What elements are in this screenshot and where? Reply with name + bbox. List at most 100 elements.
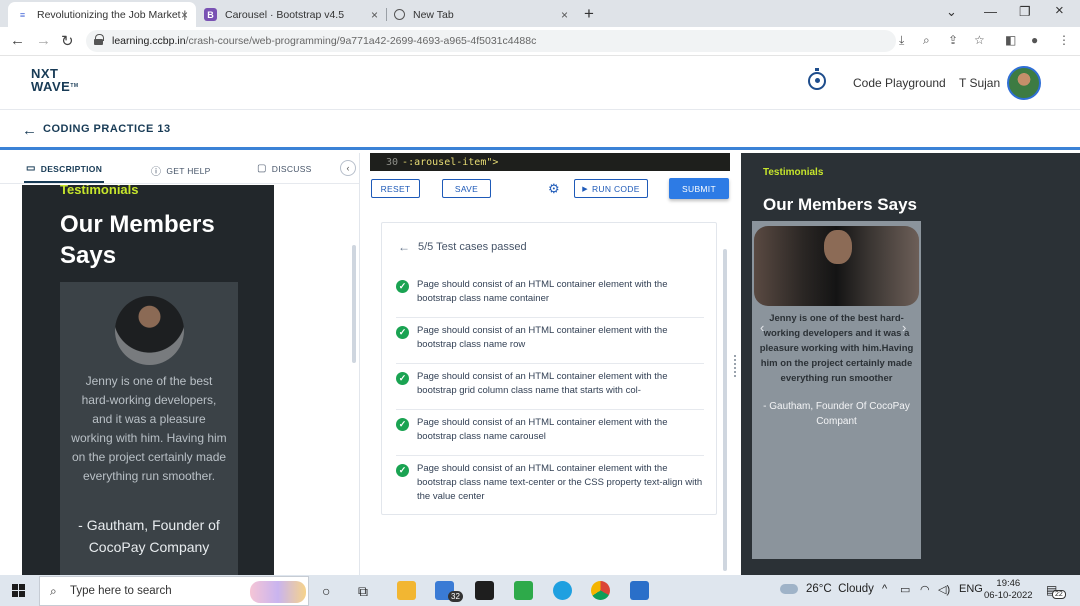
back-arrow-icon[interactable]: ← <box>398 240 410 254</box>
battery-icon[interactable]: ▭ <box>900 583 910 596</box>
avatar[interactable] <box>1007 66 1041 100</box>
tab-title: Revolutionizing the Job Market | <box>37 8 187 21</box>
tab-description[interactable]: ▭ DESCRIPTION <box>26 163 102 174</box>
close-tab-icon[interactable]: × <box>181 8 188 22</box>
output-heading: Our Members Says <box>763 195 918 214</box>
editor-panel: 30 -:arousel-item"> RESET SAVE ⚙ ▶ RUN COD… <box>361 153 741 575</box>
address-bar: ← → ↻ learning.ccbp.in/crash-course/web-… <box>0 27 1080 56</box>
code-playground-link[interactable]: Code Playground <box>853 76 946 90</box>
maximize-icon[interactable]: ❐ <box>1019 4 1031 20</box>
bookmark-star-icon[interactable]: ☆ <box>974 33 985 47</box>
results-scrollbar[interactable] <box>723 249 727 571</box>
weather-widget[interactable]: 26°C Cloudy <box>780 583 874 595</box>
test-case-text: Page should consist of an HTML container… <box>417 417 668 442</box>
url-field[interactable]: learning.ccbp.in/crash-course/web-progra… <box>86 30 896 52</box>
browser-tab-ccbp[interactable]: ≡ Revolutionizing the Job Market | × <box>8 2 196 27</box>
carousel-prev-icon[interactable]: ‹ <box>760 320 764 335</box>
app-icon[interactable] <box>514 581 533 600</box>
description-tabs: ▭ DESCRIPTION ⓘ GET HELP ▢ DISCUSS ‹ <box>0 153 359 184</box>
save-button[interactable]: SAVE <box>442 179 491 198</box>
output-carousel-card: Jenny is one of the best hard-working de… <box>752 221 921 559</box>
terminal-icon[interactable] <box>475 581 494 600</box>
page-title: CODING PRACTICE 13 <box>43 123 171 135</box>
output-author: - Gautham, Founder Of CocoPay Compant <box>763 401 910 427</box>
preview-author: - Gautham, Founder of CocoPay Company <box>78 517 220 555</box>
description-panel: ▭ DESCRIPTION ⓘ GET HELP ▢ DISCUSS ‹ Tes… <box>0 153 360 575</box>
share-icon[interactable]: ⇪ <box>948 33 958 47</box>
output-preview-panel: Testimonials Our Members Says Jenny is o… <box>741 153 1080 575</box>
gear-icon[interactable]: ⚙ <box>548 181 560 197</box>
browser-tab-bar: ≡ Revolutionizing the Job Market | × B C… <box>0 0 1080 27</box>
browser-tab-bootstrap[interactable]: B Carousel · Bootstrap v4.5 × <box>196 2 386 27</box>
profile-icon[interactable]: ● <box>1031 33 1038 47</box>
forward-icon[interactable]: → <box>36 32 51 49</box>
stopwatch-icon[interactable] <box>808 68 826 90</box>
language-indicator[interactable]: ENG <box>959 583 983 595</box>
submit-button[interactable]: SUBMIT <box>669 178 729 199</box>
test-results-card: ← 5/5 Test cases passed ✓ Page should co… <box>381 222 717 515</box>
preview-quote: Jenny is one of the best hard-working de… <box>71 374 227 483</box>
help-icon: ⓘ <box>151 167 162 178</box>
nxtwave-logo[interactable]: NXT WAVETM <box>31 67 79 93</box>
menu-kebab-icon[interactable]: ⋮ <box>1058 33 1070 47</box>
browser-tab-newtab[interactable]: New Tab × <box>386 2 576 27</box>
task-view-icon[interactable]: ⧉ <box>358 583 368 600</box>
chat-icon: ▢ <box>257 163 267 174</box>
preview-eyebrow: Testimonials <box>60 185 139 197</box>
reset-button[interactable]: RESET <box>371 179 420 198</box>
new-tab-button[interactable]: + <box>584 4 594 24</box>
tab-discuss[interactable]: ▢ DISCUSS <box>257 163 312 174</box>
mail-badge: 32 <box>448 591 463 602</box>
tray-chevron-icon[interactable]: ^ <box>882 583 887 595</box>
zoom-icon[interactable]: ⌕ <box>923 33 930 48</box>
taskbar-search-input[interactable]: ⌕ Type here to search <box>39 576 309 606</box>
url-text: learning.ccbp.in/crash-course/web-progra… <box>112 35 537 47</box>
tab-title: New Tab <box>413 8 454 21</box>
tab-get-help[interactable]: ⓘ GET HELP <box>151 163 211 179</box>
test-case-item: ✓ Page should consist of an HTML contain… <box>396 370 704 410</box>
volume-icon[interactable]: ◁) <box>938 583 950 596</box>
cortana-icon[interactable]: ○ <box>322 583 330 599</box>
chrome-icon[interactable] <box>591 581 610 600</box>
system-clock[interactable]: 19:46 06-10-2022 <box>984 578 1033 602</box>
app-header: NXT WAVETM Code Playground T Sujan <box>0 56 1080 110</box>
output-quote: Jenny is one of the best hard-working de… <box>759 313 914 384</box>
description-preview-image: Testimonials Our Members Says Jenny is o… <box>22 185 274 575</box>
description-scrollbar[interactable] <box>352 245 356 363</box>
side-panel-icon[interactable]: ◧ <box>1005 33 1016 47</box>
results-summary: 5/5 Test cases passed <box>418 241 527 253</box>
photos-icon[interactable] <box>630 581 649 600</box>
test-case-text: Page should consist of an HTML container… <box>417 371 668 396</box>
check-circle-icon: ✓ <box>396 418 409 431</box>
tab-search-chevron-icon[interactable]: ⌄ <box>946 4 957 20</box>
windows-start-icon[interactable] <box>12 584 25 597</box>
right-splitter-handle[interactable] <box>734 355 736 377</box>
cloud-icon <box>780 584 798 594</box>
close-window-icon[interactable]: × <box>1055 2 1064 19</box>
edge-icon[interactable] <box>553 581 572 600</box>
close-tab-icon[interactable]: × <box>371 8 378 22</box>
results-header: ← 5/5 Test cases passed <box>398 240 527 254</box>
run-code-button[interactable]: ▶ RUN CODE <box>574 179 648 198</box>
close-tab-icon[interactable]: × <box>561 8 568 22</box>
description-icon: ▭ <box>26 163 36 174</box>
code-editor-line[interactable]: 30 -:arousel-item"> <box>370 153 730 171</box>
carousel-next-icon[interactable]: › <box>902 320 906 335</box>
check-circle-icon: ✓ <box>396 326 409 339</box>
ccbp-icon: ≡ <box>19 9 26 20</box>
collapse-panel-button[interactable]: ‹ <box>340 160 356 176</box>
back-arrow-icon[interactable]: ← <box>22 122 37 139</box>
windows-taskbar: ⌕ Type here to search ○ ⧉ 32 26°C Cloudy… <box>0 575 1080 606</box>
wifi-icon[interactable]: ◠ <box>920 583 930 596</box>
back-icon[interactable]: ← <box>10 32 25 49</box>
check-circle-icon: ✓ <box>396 464 409 477</box>
install-icon[interactable]: ⤓ <box>899 33 904 48</box>
minimize-icon[interactable]: — <box>984 4 997 19</box>
active-tab-indicator <box>24 181 104 183</box>
practice-title-bar: ← CODING PRACTICE 13 <box>0 110 1080 150</box>
search-icon: ⌕ <box>50 584 57 598</box>
file-explorer-icon[interactable] <box>397 581 416 600</box>
notification-badge: 22 <box>1052 590 1066 599</box>
reload-icon[interactable]: ↻ <box>61 32 74 50</box>
user-name[interactable]: T Sujan <box>959 76 1000 90</box>
